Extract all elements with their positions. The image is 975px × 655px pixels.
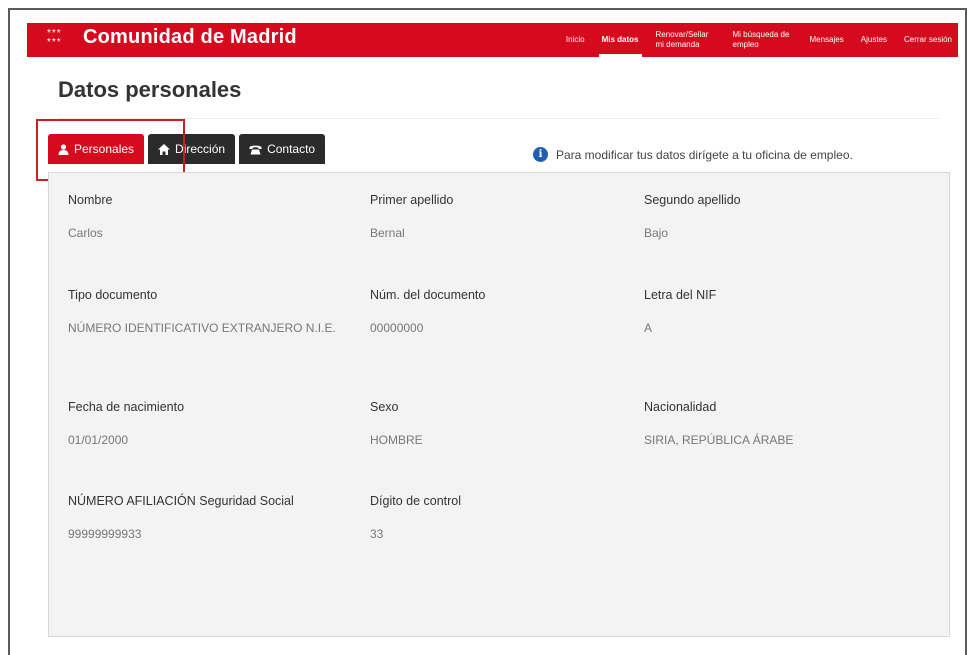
field-segundo-apellido: Segundo apellido Bajo [644,193,934,242]
stars-logo-icon: *** *** [47,27,62,48]
field-letra-nif: Letra del NIF A [644,288,934,337]
tab-personales[interactable]: Personales [48,134,145,164]
field-label: Segundo apellido [644,193,741,207]
field-label: Fecha de nacimiento [68,400,185,414]
field-label: NÚMERO AFILIACIÓN Seguridad Social [68,494,294,508]
tab-contacto[interactable]: Contacto [239,134,326,164]
brand-logo[interactable]: *** *** Comunidad de Madrid [47,26,297,49]
field-value: 33 [370,527,384,541]
tab-label: Personales [74,142,135,156]
nav-cerrar-sesion[interactable]: Cerrar sesión [904,23,952,57]
field-tipo-documento: Tipo documento NÚMERO IDENTIFICATIVO EXT… [68,288,358,337]
field-primer-apellido: Primer apellido Bernal [370,193,660,242]
field-afiliacion: NÚMERO AFILIACIÓN Seguridad Social 99999… [68,494,358,543]
title-divider [58,118,940,119]
field-value: 01/01/2000 [68,433,129,447]
field-value: SIRIA, REPÚBLICA ÁRABE [644,433,794,447]
field-label: Letra del NIF [644,288,717,302]
person-icon [58,143,69,155]
page-title: Datos personales [58,77,242,102]
field-value: NÚMERO IDENTIFICATIVO EXTRANJERO N.I.E. [68,321,336,335]
info-notice: i Para modificar tus datos dirígete a tu… [533,147,853,162]
nav-ajustes[interactable]: Ajustes [861,23,887,57]
nav-mensajes[interactable]: Mensajes [810,23,844,57]
tab-label: Contacto [267,142,316,156]
tab-bar: Personales Dirección Contacto [48,134,329,164]
personal-data-panel: Nombre Carlos Primer apellido Bernal Seg… [48,172,950,637]
nav-mi-busqueda[interactable]: Mi búsqueda de empleo [733,23,793,57]
field-value: Carlos [68,226,103,240]
field-value: 99999999933 [68,527,142,541]
field-label: Nacionalidad [644,400,717,414]
info-icon: i [533,147,548,162]
nav-inicio[interactable]: Inicio [566,23,585,57]
brand-name: Comunidad de Madrid [83,26,297,48]
field-value: Bajo [644,226,669,240]
field-nombre: Nombre Carlos [68,193,358,242]
field-num-documento: Núm. del documento 00000000 [370,288,660,337]
field-label: Sexo [370,400,399,414]
field-digito-control: Dígito de control 33 [370,494,660,543]
tab-direccion[interactable]: Dirección [148,134,236,164]
field-sexo: Sexo HOMBRE [370,400,660,449]
tab-label: Dirección [175,142,226,156]
field-value: 00000000 [370,321,424,335]
field-label: Dígito de control [370,494,462,508]
phone-icon [249,144,262,155]
field-fecha-nacimiento: Fecha de nacimiento 01/01/2000 [68,400,358,449]
nav-mis-datos[interactable]: Mis datos [598,23,642,57]
field-nacionalidad: Nacionalidad SIRIA, REPÚBLICA ÁRABE [644,400,934,449]
field-label: Núm. del documento [370,288,486,302]
nav-renovar-sellar[interactable]: Renovar/Sellar mi demanda [656,23,716,57]
field-value: A [644,321,653,335]
home-icon [158,143,171,155]
main-nav: Inicio Mis datos Renovar/Sellar mi deman… [549,23,952,57]
top-navbar: *** *** Comunidad de Madrid Inicio Mis d… [27,23,958,57]
field-value: HOMBRE [370,433,423,447]
field-label: Nombre [68,193,113,207]
info-text: Para modificar tus datos dirígete a tu o… [556,147,853,162]
field-label: Primer apellido [370,193,454,207]
field-value: Bernal [370,226,405,240]
field-label: Tipo documento [68,288,158,302]
